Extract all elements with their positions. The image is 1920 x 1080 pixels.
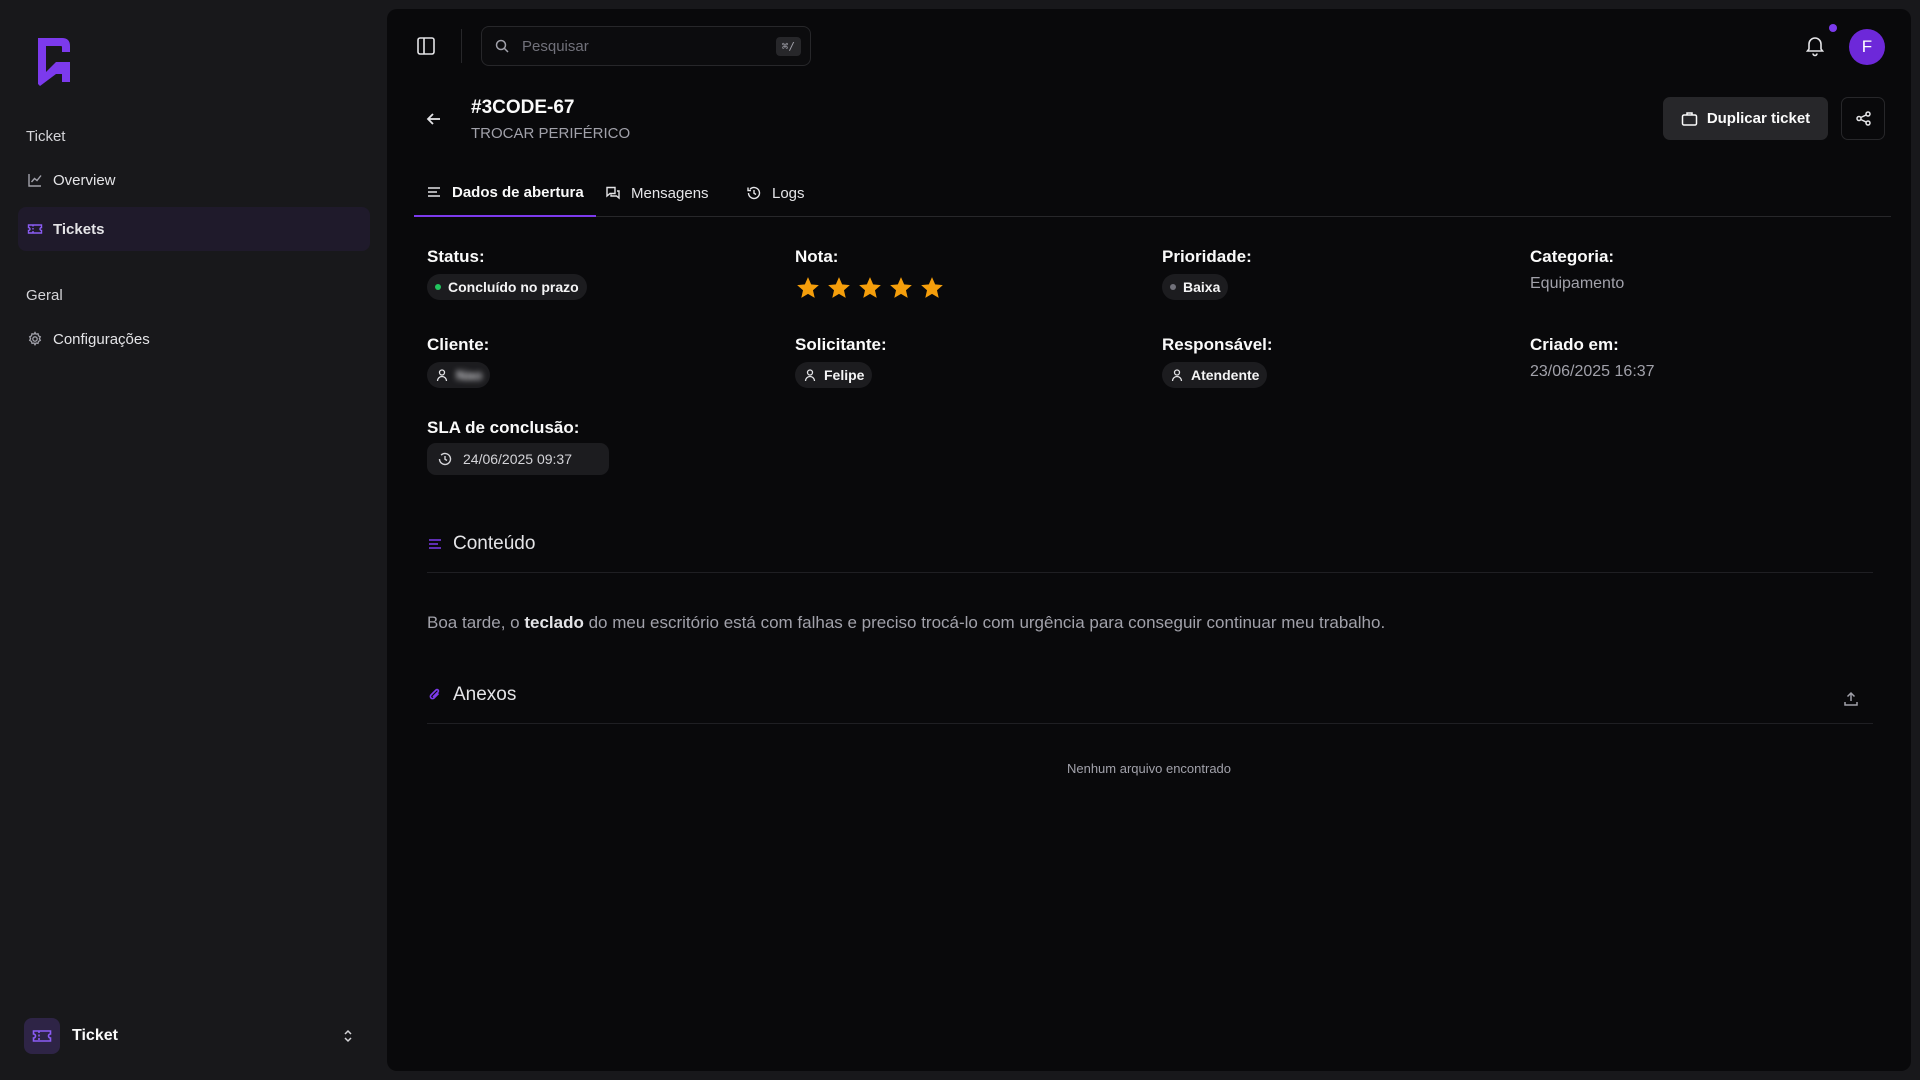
search-input[interactable] [522,37,764,55]
main-panel: ⌘/ F #3CODE-67 TROCAR PERIFÉRICO Duplica… [387,9,1911,1071]
status-label: Status: [427,247,485,266]
conteudo-header: Conteúdo [427,533,535,555]
briefcase-icon [1681,112,1698,126]
chart-line-icon [27,172,43,188]
notification-bell-icon[interactable] [1803,33,1827,57]
ticket-icon [27,221,43,237]
sidebar-item-label: Overview [53,171,116,189]
tab-label: Mensagens [631,184,709,202]
share-icon [1855,111,1871,126]
sidebar-item-configuracoes[interactable]: Configurações [18,317,370,361]
priority-badge: Baixa [1162,274,1229,300]
sidebar-item-label: Configurações [53,330,150,348]
tab-mensagens[interactable]: Mensagens [593,169,721,217]
tab-logs[interactable]: Logs [734,169,817,217]
solicitante-badge: Felipe [795,362,873,388]
clock-icon [438,452,452,466]
priority-dot [1170,284,1176,290]
share-button[interactable] [1841,97,1885,140]
ticket-icon [24,1018,60,1054]
empty-attachments-message: Nenhum arquivo encontrado [1066,761,1232,776]
messages-icon [606,186,620,200]
status-badge: Concluído no prazo [427,274,587,300]
ticket-id-title: #3CODE-67 [471,97,575,118]
ticket-subtitle: TROCAR PERIFÉRICO [471,125,631,142]
sla-badge: 24/06/2025 09:37 [427,443,609,475]
prioridade-label: Prioridade: [1162,247,1252,266]
search-icon [495,39,509,53]
sidebar-section-geral: Geral [26,287,63,304]
notification-dot [1829,24,1837,32]
star-icon [890,277,912,298]
anexos-header: Anexos [427,684,516,706]
align-left-icon [428,187,440,197]
categoria-label: Categoria: [1530,247,1615,266]
sidebar: Ticket Overview Tickets Geral Configuraç… [0,0,387,1080]
anexos-divider [427,723,1873,724]
responsavel-value: Atendente [1191,367,1260,383]
topbar-divider [461,29,462,63]
search-shortcut: ⌘/ [775,36,801,56]
user-icon [1171,369,1183,382]
sidebar-item-label: Tickets [53,220,105,238]
user-icon [436,369,448,382]
gear-icon [27,331,43,347]
ticket-content: Boa tarde, o teclado do meu escritório e… [427,613,1385,633]
priority-value: Baixa [1183,279,1221,295]
sidebar-item-tickets[interactable]: Tickets [18,207,370,251]
content-text-before: Boa tarde, o [427,613,525,632]
sla-value: 24/06/2025 09:37 [463,451,572,467]
solicitante-label: Solicitante: [795,335,887,354]
search-box[interactable]: ⌘/ [481,26,811,66]
avatar[interactable]: F [1849,29,1885,65]
content-text-after: do meu escritório está com falhas e prec… [583,613,1386,632]
tab-bar: Dados de abertura Mensagens Logs [414,169,1891,217]
criado-value: 23/06/2025 16:37 [1530,363,1655,380]
responsavel-badge: Atendente [1162,362,1268,388]
star-icon [859,277,881,298]
tab-label: Dados de abertura [452,183,584,201]
categoria-value: Equipamento [1530,275,1625,292]
cliente-badge: Nao [427,362,491,388]
brand-logo-icon[interactable] [32,34,78,86]
star-icon [921,277,943,298]
duplicate-ticket-button[interactable]: Duplicar ticket [1663,97,1828,140]
history-icon [747,186,761,200]
nota-label: Nota: [795,247,839,266]
content-text-bold: teclado [524,613,584,632]
app-switcher-label: Ticket [72,1027,118,1044]
status-value: Concluído no prazo [448,279,579,295]
sidebar-section-ticket: Ticket [26,128,66,145]
align-left-icon [429,539,441,549]
sidebar-toggle-icon[interactable] [415,35,437,57]
sidebar-item-overview[interactable]: Overview [18,158,370,202]
responsavel-label: Responsável: [1162,335,1273,354]
rating-stars [795,275,945,301]
sla-label: SLA de conclusão: [427,418,580,437]
app-switcher[interactable]: Ticket [24,1018,364,1054]
paperclip-icon [429,688,440,700]
tab-dados-de-abertura[interactable]: Dados de abertura [414,169,596,217]
user-icon [804,369,816,382]
anexos-title: Anexos [453,684,517,705]
status-dot [435,284,441,290]
tab-label: Logs [772,184,805,202]
chevrons-up-down-icon [344,1029,352,1043]
cliente-value: Nao [456,367,483,383]
star-icon [828,277,850,298]
back-arrow-icon[interactable] [425,110,443,128]
cliente-label: Cliente: [427,335,490,354]
app-root: Ticket Overview Tickets Geral Configuraç… [0,0,1920,1080]
conteudo-divider [427,572,1873,573]
conteudo-title: Conteúdo [453,533,536,554]
solicitante-value: Felipe [824,367,865,383]
star-icon [797,277,819,298]
duplicate-ticket-label: Duplicar ticket [1706,110,1811,127]
upload-icon[interactable] [1842,690,1860,708]
criado-label: Criado em: [1530,335,1619,354]
